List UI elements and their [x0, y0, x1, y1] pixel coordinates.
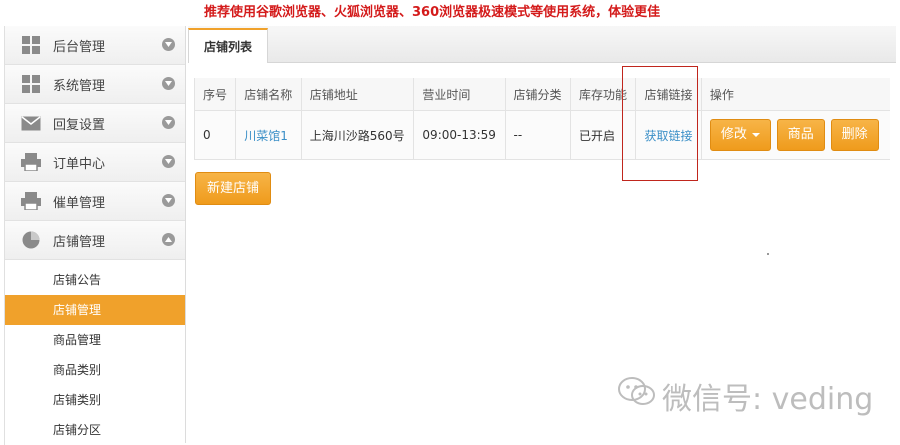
column-header: 店铺分类: [504, 78, 572, 111]
cell-category: --: [504, 110, 572, 160]
chevron-down-icon[interactable]: [162, 116, 175, 129]
cell-address: 上海川沙路560号: [300, 110, 415, 160]
goods-button[interactable]: 商品: [776, 119, 825, 151]
watermark-text: 微信号: veding: [662, 382, 874, 417]
cell-actions: 修改 商品 删除: [700, 110, 890, 160]
store-submenu: 店铺公告 店铺管理 商品管理 商品类别 店铺类别 店铺分区: [4, 260, 185, 445]
table-row: 0 川菜馆1 上海川沙路560号 09:00-13:59 -- 已开启 获取链接…: [193, 110, 890, 160]
sidebar-item-label: 催单管理: [53, 195, 106, 211]
cell-index: 0: [193, 110, 237, 160]
sidebar-item-label: 回复设置: [53, 117, 106, 133]
column-header: 店铺名称: [235, 78, 302, 111]
column-header: 营业时间: [413, 78, 506, 111]
sidebar-item-label: 订单中心: [53, 156, 106, 172]
cell-hours: 09:00-13:59: [413, 110, 506, 160]
submenu-item-goods-category[interactable]: 商品类别: [5, 355, 185, 385]
wechat-icon: [618, 376, 656, 416]
grid-icon: [21, 75, 41, 93]
column-header: 序号: [193, 78, 237, 111]
submenu-item-store-manage[interactable]: 店铺管理: [5, 295, 185, 325]
sidebar: 后台管理 系统管理 回复设置 订单中心 催单管理 店铺管理 店铺公告 店铺管理 …: [4, 26, 186, 445]
edit-dropdown-button[interactable]: 修改: [709, 119, 771, 151]
store-table: 序号 店铺名称 店铺地址 营业时间 店铺分类 库存功能 店铺链接 操作 0 川菜…: [193, 78, 890, 160]
chevron-down-icon[interactable]: [162, 38, 175, 51]
sidebar-item-label: 系统管理: [53, 78, 106, 94]
sidebar-item-orders[interactable]: 订单中心: [4, 143, 185, 182]
submenu-item-store-zone[interactable]: 店铺分区: [5, 415, 185, 445]
browser-notice: 推荐使用谷歌浏览器、火狐浏览器、360浏览器极速模式等使用系统，体验更佳: [204, 5, 661, 20]
envelope-icon: [21, 114, 41, 132]
pie-chart-icon: [21, 231, 41, 249]
delete-button[interactable]: 删除: [830, 119, 879, 151]
sidebar-item-reminder[interactable]: 催单管理: [4, 182, 185, 221]
sidebar-item-system[interactable]: 系统管理: [4, 65, 185, 104]
table-header-row: 序号 店铺名称 店铺地址 营业时间 店铺分类 库存功能 店铺链接 操作: [193, 78, 890, 111]
store-name-link[interactable]: 川菜馆1: [235, 110, 302, 160]
sidebar-item-label: 后台管理: [53, 39, 106, 55]
grid-icon: [21, 36, 41, 54]
add-store-button[interactable]: 新建店铺: [195, 172, 272, 205]
tab-store-list[interactable]: 店铺列表: [188, 28, 268, 63]
highlight-box: [622, 66, 698, 181]
chevron-up-icon[interactable]: [162, 233, 175, 246]
chevron-down-icon[interactable]: [162, 155, 175, 168]
sidebar-item-store[interactable]: 店铺管理: [4, 221, 185, 260]
sidebar-item-label: 店铺管理: [53, 234, 106, 250]
sidebar-item-backend[interactable]: 后台管理: [4, 26, 185, 65]
column-header: 操作: [700, 78, 890, 111]
submenu-item-goods-manage[interactable]: 商品管理: [5, 325, 185, 355]
printer-icon: [21, 192, 41, 210]
edit-button-label: 修改: [720, 127, 747, 142]
printer-icon: [21, 153, 41, 171]
caret-down-icon: [751, 132, 760, 137]
chevron-down-icon[interactable]: [162, 77, 175, 90]
chevron-down-icon[interactable]: [162, 194, 175, 207]
tab-bar: 店铺列表: [188, 26, 896, 63]
stray-dot: [767, 253, 769, 255]
submenu-item-store-category[interactable]: 店铺类别: [5, 385, 185, 415]
sidebar-item-reply[interactable]: 回复设置: [4, 104, 185, 143]
submenu-item-store-notice[interactable]: 店铺公告: [5, 265, 185, 295]
watermark: 微信号: veding: [618, 374, 873, 418]
column-header: 店铺地址: [300, 78, 415, 111]
